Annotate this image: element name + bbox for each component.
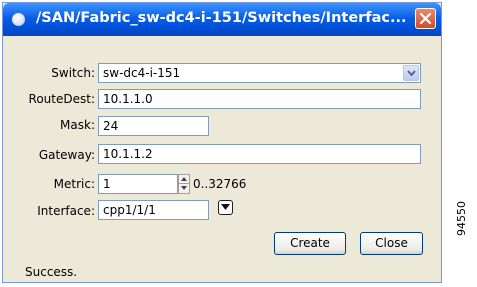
switch-label: Switch:	[51, 66, 95, 80]
metric-spinner	[178, 174, 190, 194]
mask-input[interactable]: 24	[98, 116, 209, 136]
metric-label: Metric:	[53, 177, 95, 191]
interface-input[interactable]: cpp1/1/1	[98, 200, 209, 220]
route-dest-label: RouteDest:	[28, 92, 95, 106]
interface-dropdown-button[interactable]	[218, 200, 233, 215]
create-button[interactable]: Create	[274, 232, 346, 255]
figure-id: 94550	[455, 201, 468, 236]
close-window-button[interactable]	[415, 8, 436, 29]
switch-dropdown-button[interactable]	[403, 65, 419, 81]
metric-range: 0..32766	[193, 177, 247, 191]
close-button[interactable]: Close	[360, 232, 423, 255]
metric-decrement-button[interactable]	[179, 184, 189, 193]
interface-label: Interface:	[37, 204, 95, 218]
mask-label: Mask:	[60, 118, 95, 132]
status-text: Success.	[25, 265, 78, 279]
route-dest-input[interactable]: 10.1.1.0	[98, 89, 421, 109]
window-title: /SAN/Fabric_sw-dc4-i-151/Switches/Interf…	[36, 10, 407, 26]
switch-select[interactable]: sw-dc4-i-151	[98, 63, 421, 83]
spin-up-icon	[181, 177, 187, 181]
gateway-input[interactable]: 10.1.1.2	[98, 144, 421, 164]
app-icon	[12, 13, 25, 26]
switch-value: sw-dc4-i-151	[103, 66, 181, 80]
metric-input[interactable]: 1	[98, 174, 178, 194]
chevron-down-icon	[407, 70, 416, 77]
dialog-window: /SAN/Fabric_sw-dc4-i-151/Switches/Interf…	[2, 2, 442, 283]
close-icon	[419, 12, 432, 25]
spin-down-icon	[181, 186, 187, 190]
gateway-label: Gateway:	[38, 148, 95, 162]
caret-down-icon	[221, 204, 230, 210]
title-bar[interactable]: /SAN/Fabric_sw-dc4-i-151/Switches/Interf…	[3, 3, 441, 36]
